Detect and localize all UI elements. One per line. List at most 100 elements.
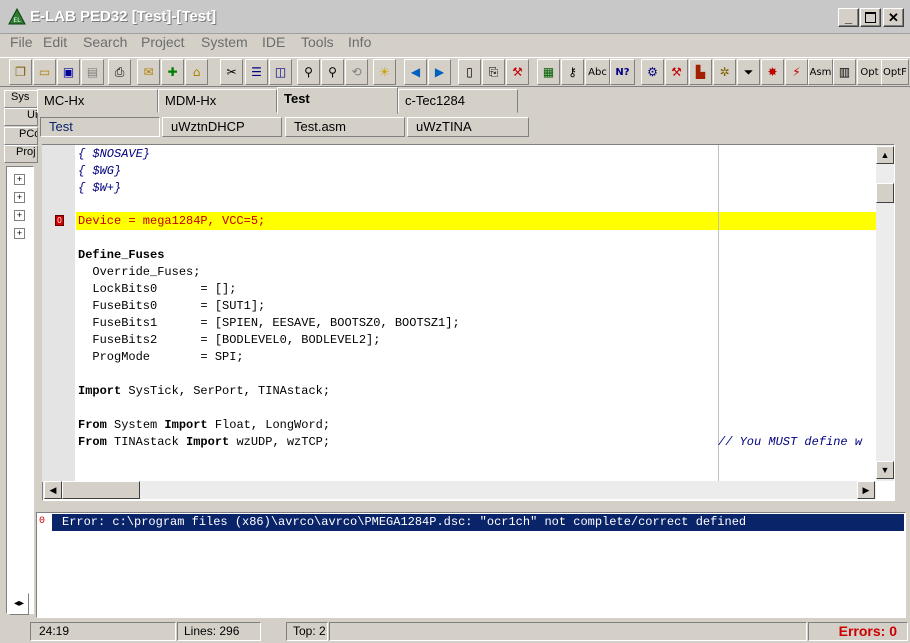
- add-file-button[interactable]: ✚: [161, 59, 184, 85]
- menu-system[interactable]: System: [201, 34, 248, 50]
- code-line: FuseBits1 = [SPIEN, EESAVE, BOOTSZ0, BOO…: [78, 316, 460, 330]
- folder-up-button[interactable]: ⌂: [185, 59, 208, 85]
- splitter-handle[interactable]: ◂▸: [9, 593, 29, 615]
- tools-button[interactable]: ⚒: [506, 59, 529, 85]
- block-select-button[interactable]: ◫: [269, 59, 292, 85]
- build-button[interactable]: ⚒: [665, 59, 688, 85]
- tab-test[interactable]: Test: [277, 87, 398, 114]
- programmer-button[interactable]: ⚡: [785, 59, 808, 85]
- optf-button[interactable]: OptF: [881, 59, 909, 85]
- scroll-down-button[interactable]: ▼: [876, 461, 894, 479]
- project-open-button[interactable]: ✉: [137, 59, 160, 85]
- code-comment: // You MUST define w: [718, 435, 863, 449]
- find-button[interactable]: ⚲: [297, 59, 320, 85]
- minimize-icon: _: [844, 10, 853, 25]
- column-block-button[interactable]: ☰: [245, 59, 268, 85]
- context-help-label: N?: [615, 66, 630, 78]
- cut-button[interactable]: ✂: [220, 59, 243, 85]
- back-button[interactable]: ◀: [404, 59, 427, 85]
- error-message[interactable]: Error: c:\program files (x86)\avrco\avrc…: [52, 514, 904, 531]
- scroll-up-button[interactable]: ▲: [876, 146, 894, 164]
- tree-expand-icon[interactable]: +: [14, 228, 25, 239]
- preview-button[interactable]: ⎘: [482, 59, 505, 85]
- filter-button[interactable]: ⏷: [737, 59, 760, 85]
- tab-mc-hx[interactable]: MC-Hx: [37, 89, 158, 113]
- code-line: From System Import Float, LongWord;: [78, 417, 330, 434]
- editor-horizontal-scrollbar[interactable]: [43, 481, 876, 499]
- scroll-thumb[interactable]: [876, 183, 894, 203]
- left-tab-ui[interactable]: Ui: [4, 108, 38, 126]
- project-icon: ✉: [143, 65, 154, 79]
- bookmark-icon[interactable]: 0: [55, 215, 64, 226]
- copy-files-button[interactable]: ❐: [9, 59, 32, 85]
- tree-expand-icon[interactable]: +: [14, 192, 25, 203]
- file-tab-test[interactable]: Test: [40, 117, 160, 137]
- tab-c-tec1284[interactable]: c-Tec1284: [398, 89, 518, 113]
- minimize-button[interactable]: _: [838, 8, 859, 27]
- left-tab-sys[interactable]: Sys: [4, 90, 38, 108]
- highlight-button[interactable]: ☀: [373, 59, 396, 85]
- context-help-button[interactable]: N?: [610, 59, 635, 85]
- close-button[interactable]: ✕: [883, 8, 904, 27]
- menu-project[interactable]: Project: [141, 34, 185, 50]
- keyword: Import: [78, 384, 122, 398]
- menu-tools[interactable]: Tools: [301, 34, 334, 50]
- block-select-icon: ◫: [274, 65, 287, 79]
- editor-gutter[interactable]: [42, 145, 75, 482]
- menu-search[interactable]: Search: [83, 34, 127, 50]
- code-line: ProgMode = SPI;: [78, 350, 244, 364]
- forward-button[interactable]: ▶: [428, 59, 451, 85]
- status-message: [329, 622, 807, 641]
- calculator-icon: ▦: [542, 65, 555, 79]
- code-line: From TINAstack Import wzUDP, wzTCP;: [78, 434, 330, 451]
- chip-button[interactable]: ▥: [833, 59, 856, 85]
- compile-button[interactable]: ⚙: [641, 59, 664, 85]
- save-all-button[interactable]: ▤: [81, 59, 104, 85]
- spell-check-button[interactable]: Abc: [585, 59, 610, 85]
- tree-expand-icon[interactable]: +: [14, 210, 25, 221]
- save-button[interactable]: ▣: [57, 59, 80, 85]
- menu-edit[interactable]: Edit: [43, 34, 67, 50]
- code-line-current: Device = mega1284P, VCC=5;: [78, 214, 266, 228]
- left-tab-proj[interactable]: Proj: [4, 145, 38, 163]
- key-icon: ⚷: [568, 65, 577, 79]
- tab-mdm-hx[interactable]: MDM-Hx: [158, 89, 277, 113]
- code-line: { $WG}: [78, 164, 122, 178]
- arrow-right-icon: ▶: [434, 65, 445, 79]
- replace-button[interactable]: ⟲: [345, 59, 368, 85]
- make-button[interactable]: ▙: [689, 59, 712, 85]
- line-count: Lines: 296: [177, 622, 261, 641]
- print-icon: ⎙: [114, 64, 125, 79]
- add-file-icon: ✚: [167, 65, 178, 79]
- code-line: Define_Fuses: [78, 248, 165, 262]
- cut-icon: ✂: [226, 65, 237, 79]
- hscroll-thumb[interactable]: [62, 481, 140, 499]
- save-icon: ▣: [62, 65, 75, 79]
- replace-icon: ⟲: [351, 65, 362, 79]
- file-tab-uwztina[interactable]: uWzTINA: [407, 117, 529, 137]
- keyword: Import: [164, 418, 208, 432]
- debug-button[interactable]: ✸: [761, 59, 784, 85]
- tree-expand-icon[interactable]: +: [14, 174, 25, 185]
- menu-ide[interactable]: IDE: [262, 34, 285, 50]
- open-button[interactable]: ▭: [33, 59, 56, 85]
- clean-button[interactable]: ✲: [713, 59, 736, 85]
- asm-button[interactable]: Asm: [808, 59, 833, 85]
- key-button[interactable]: ⚷: [561, 59, 584, 85]
- left-tab-pco[interactable]: PCo: [4, 127, 38, 145]
- page-setup-button[interactable]: ▯: [458, 59, 481, 85]
- find-next-button[interactable]: ⚲: [321, 59, 344, 85]
- find-icon: ⚲: [304, 65, 313, 79]
- arrow-down-icon: ▼: [880, 465, 890, 475]
- file-tab-test-asm[interactable]: Test.asm: [285, 117, 405, 137]
- print-button[interactable]: ⎙: [108, 59, 131, 85]
- scroll-left-button[interactable]: ◀: [44, 481, 62, 499]
- maximize-button[interactable]: [860, 8, 881, 27]
- opt-button[interactable]: Opt: [857, 59, 882, 85]
- column-block-icon: ☰: [251, 65, 262, 79]
- file-tab-uwztndhcp[interactable]: uWztnDHCP: [162, 117, 282, 137]
- scroll-right-button[interactable]: ▶: [857, 481, 875, 499]
- calculator-button[interactable]: ▦: [537, 59, 560, 85]
- menu-file[interactable]: File: [10, 34, 33, 50]
- menu-info[interactable]: Info: [348, 34, 371, 50]
